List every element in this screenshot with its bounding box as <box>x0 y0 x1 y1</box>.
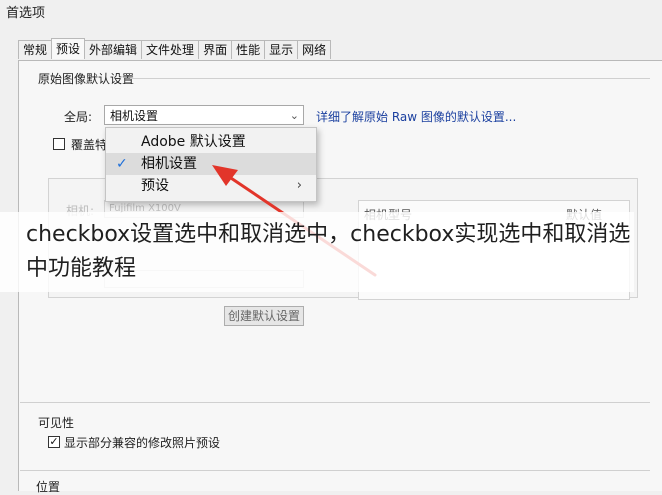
show-partially-compatible-label: 显示部分兼容的修改照片预设 <box>64 436 221 450</box>
tab-display[interactable]: 显示 <box>264 40 299 59</box>
show-partially-compatible-checkbox[interactable]: ✓ <box>48 436 60 448</box>
caption-text: checkbox设置选中和取消选中，checkbox实现选中和取消选中功能教程 <box>26 222 631 281</box>
group-divider <box>20 402 650 403</box>
window-title: 首选项 <box>6 6 46 21</box>
dropdown-item-label: 预设 <box>141 178 169 194</box>
arrow-head <box>212 165 238 186</box>
tab-performance[interactable]: 性能 <box>231 40 266 59</box>
override-label: 覆盖特 <box>71 138 108 152</box>
raw-defaults-group-title: 原始图像默认设置 <box>38 72 135 86</box>
tab-network[interactable]: 网络 <box>297 40 332 59</box>
group-divider <box>20 470 650 471</box>
visibility-group-title: 可见性 <box>38 416 75 430</box>
location-group-title: 位置 <box>36 480 61 494</box>
dropdown-item-label: 相机设置 <box>141 156 197 172</box>
raw-defaults-help-link[interactable]: 详细了解原始 Raw 图像的默认设置... <box>316 108 516 125</box>
tab-file-handling[interactable]: 文件处理 <box>141 40 200 59</box>
tab-presets[interactable]: 预设 <box>51 38 86 59</box>
tab-bar: 常规 预设 外部编辑 文件处理 界面 性能 显示 网络 <box>18 38 332 60</box>
global-label: 全局: <box>64 110 93 124</box>
create-default-button[interactable]: 创建默认设置 <box>224 306 304 326</box>
global-select[interactable]: 相机设置 ⌄ <box>104 105 304 125</box>
tab-external-editing[interactable]: 外部编辑 <box>84 40 143 59</box>
group-divider <box>130 78 650 79</box>
checkmark-icon: ✓ <box>116 156 128 172</box>
tab-general[interactable]: 常规 <box>18 40 53 59</box>
tab-interface[interactable]: 界面 <box>198 40 233 59</box>
global-select-value: 相机设置 <box>110 109 159 123</box>
chevron-down-icon: ⌄ <box>289 109 299 122</box>
override-checkbox[interactable] <box>53 138 65 150</box>
